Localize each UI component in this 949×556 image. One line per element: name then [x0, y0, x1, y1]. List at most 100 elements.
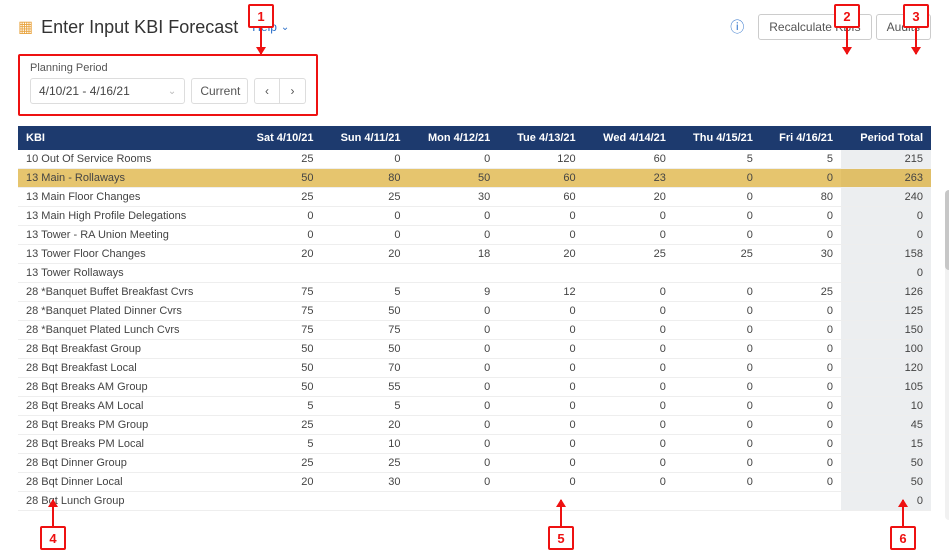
kbi-value-cell[interactable]: 0: [498, 397, 583, 416]
kbi-value-cell[interactable]: 60: [498, 169, 583, 188]
kbi-value-cell[interactable]: 0: [322, 207, 409, 226]
kbi-value-cell[interactable]: 80: [322, 169, 409, 188]
kbi-value-cell[interactable]: 50: [322, 302, 409, 321]
kbi-value-cell[interactable]: 0: [584, 473, 674, 492]
kbi-value-cell[interactable]: 0: [674, 283, 761, 302]
planning-period-select[interactable]: 4/10/21 - 4/16/21 ⌄: [30, 78, 185, 104]
kbi-value-cell[interactable]: 0: [498, 473, 583, 492]
table-row[interactable]: 13 Tower Floor Changes20201820252530158: [18, 245, 931, 264]
kbi-value-cell[interactable]: 0: [409, 416, 499, 435]
kbi-value-cell[interactable]: 60: [498, 188, 583, 207]
kbi-value-cell[interactable]: 0: [498, 435, 583, 454]
kbi-value-cell[interactable]: [409, 264, 499, 283]
kbi-value-cell[interactable]: 0: [409, 226, 499, 245]
kbi-name-cell[interactable]: 13 Tower Rollaways: [18, 264, 238, 283]
kbi-name-cell[interactable]: 13 Main High Profile Delegations: [18, 207, 238, 226]
kbi-value-cell[interactable]: 0: [409, 150, 499, 169]
kbi-value-cell[interactable]: 20: [322, 245, 409, 264]
kbi-value-cell[interactable]: 0: [584, 378, 674, 397]
col-kbi[interactable]: KBI: [18, 126, 238, 150]
kbi-value-cell[interactable]: 0: [761, 340, 841, 359]
col-day-3[interactable]: Tue 4/13/21: [498, 126, 583, 150]
col-day-4[interactable]: Wed 4/14/21: [584, 126, 674, 150]
table-row[interactable]: 28 Bqt Breaks PM Group25200000045: [18, 416, 931, 435]
table-row[interactable]: 13 Tower Rollaways0: [18, 264, 931, 283]
kbi-value-cell[interactable]: [761, 264, 841, 283]
kbi-value-cell[interactable]: 20: [238, 245, 322, 264]
kbi-value-cell[interactable]: 0: [674, 416, 761, 435]
kbi-value-cell[interactable]: 12: [498, 283, 583, 302]
kbi-value-cell[interactable]: 50: [322, 340, 409, 359]
col-day-6[interactable]: Fri 4/16/21: [761, 126, 841, 150]
kbi-value-cell[interactable]: 0: [761, 435, 841, 454]
kbi-value-cell[interactable]: 25: [322, 188, 409, 207]
col-period-total[interactable]: Period Total: [841, 126, 931, 150]
kbi-value-cell[interactable]: 20: [238, 473, 322, 492]
kbi-value-cell[interactable]: 75: [238, 283, 322, 302]
kbi-value-cell[interactable]: 0: [409, 207, 499, 226]
kbi-value-cell[interactable]: 0: [498, 226, 583, 245]
kbi-value-cell[interactable]: 20: [498, 245, 583, 264]
kbi-name-cell[interactable]: 28 Bqt Dinner Local: [18, 473, 238, 492]
kbi-name-cell[interactable]: 28 Bqt Breaks AM Local: [18, 397, 238, 416]
kbi-value-cell[interactable]: 0: [409, 340, 499, 359]
kbi-value-cell[interactable]: 0: [761, 454, 841, 473]
kbi-value-cell[interactable]: 25: [761, 283, 841, 302]
kbi-value-cell[interactable]: 0: [498, 359, 583, 378]
current-button[interactable]: Current: [191, 78, 248, 104]
kbi-value-cell[interactable]: 0: [238, 226, 322, 245]
kbi-value-cell[interactable]: 0: [674, 340, 761, 359]
kbi-value-cell[interactable]: 0: [761, 302, 841, 321]
kbi-value-cell[interactable]: 5: [322, 283, 409, 302]
kbi-value-cell[interactable]: 0: [584, 359, 674, 378]
kbi-value-cell[interactable]: 0: [409, 378, 499, 397]
kbi-value-cell[interactable]: 0: [409, 435, 499, 454]
kbi-value-cell[interactable]: 70: [322, 359, 409, 378]
table-row[interactable]: 13 Tower - RA Union Meeting00000000: [18, 226, 931, 245]
kbi-value-cell[interactable]: 0: [674, 473, 761, 492]
kbi-value-cell[interactable]: 0: [674, 226, 761, 245]
kbi-value-cell[interactable]: 0: [498, 321, 583, 340]
table-row[interactable]: 28 Bqt Breaks AM Local550000010: [18, 397, 931, 416]
kbi-value-cell[interactable]: 0: [409, 321, 499, 340]
kbi-value-cell[interactable]: [322, 264, 409, 283]
kbi-value-cell[interactable]: 0: [761, 378, 841, 397]
kbi-name-cell[interactable]: 28 *Banquet Buffet Breakfast Cvrs: [18, 283, 238, 302]
kbi-value-cell[interactable]: 0: [761, 473, 841, 492]
kbi-value-cell[interactable]: 5: [322, 397, 409, 416]
kbi-value-cell[interactable]: 5: [761, 150, 841, 169]
kbi-value-cell[interactable]: 50: [238, 359, 322, 378]
kbi-value-cell[interactable]: 23: [584, 169, 674, 188]
kbi-value-cell[interactable]: 0: [674, 397, 761, 416]
kbi-value-cell[interactable]: 25: [238, 416, 322, 435]
kbi-value-cell[interactable]: 0: [584, 397, 674, 416]
kbi-value-cell[interactable]: 5: [674, 150, 761, 169]
kbi-value-cell[interactable]: 0: [498, 340, 583, 359]
kbi-value-cell[interactable]: 0: [498, 416, 583, 435]
kbi-value-cell[interactable]: 120: [498, 150, 583, 169]
kbi-value-cell[interactable]: 0: [238, 207, 322, 226]
table-row[interactable]: 28 Bqt Breakfast Group505000000100: [18, 340, 931, 359]
kbi-value-cell[interactable]: 60: [584, 150, 674, 169]
table-row[interactable]: 28 Bqt Dinner Local20300000050: [18, 473, 931, 492]
kbi-value-cell[interactable]: 25: [584, 245, 674, 264]
kbi-value-cell[interactable]: 0: [409, 359, 499, 378]
col-day-2[interactable]: Mon 4/12/21: [409, 126, 499, 150]
kbi-value-cell[interactable]: 0: [761, 416, 841, 435]
table-row[interactable]: 13 Main Floor Changes2525306020080240: [18, 188, 931, 207]
table-row[interactable]: 28 *Banquet Buffet Breakfast Cvrs7559120…: [18, 283, 931, 302]
kbi-value-cell[interactable]: 0: [761, 359, 841, 378]
kbi-value-cell[interactable]: 0: [409, 473, 499, 492]
kbi-value-cell[interactable]: 0: [674, 188, 761, 207]
table-row[interactable]: 28 Bqt Dinner Group25250000050: [18, 454, 931, 473]
kbi-value-cell[interactable]: 0: [584, 283, 674, 302]
kbi-value-cell[interactable]: 30: [409, 188, 499, 207]
kbi-value-cell[interactable]: [238, 264, 322, 283]
kbi-value-cell[interactable]: 0: [498, 302, 583, 321]
kbi-value-cell[interactable]: 0: [761, 207, 841, 226]
kbi-value-cell[interactable]: 0: [584, 435, 674, 454]
kbi-value-cell[interactable]: [322, 492, 409, 511]
table-row[interactable]: 13 Main High Profile Delegations00000000: [18, 207, 931, 226]
kbi-name-cell[interactable]: 13 Tower - RA Union Meeting: [18, 226, 238, 245]
kbi-name-cell[interactable]: 28 Bqt Dinner Group: [18, 454, 238, 473]
